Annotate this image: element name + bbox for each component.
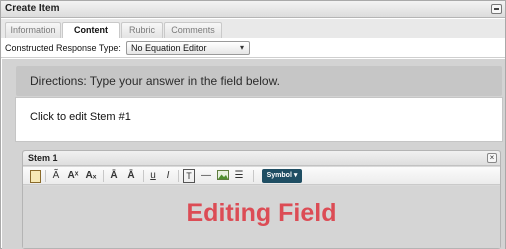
symbol-button[interactable]: Symbol ▾ (262, 169, 302, 183)
strike-a2-icon[interactable]: Ā (124, 169, 138, 183)
response-type-label: Constructed Response Type: (5, 43, 121, 53)
response-type-row: Constructed Response Type: No Equation E… (1, 38, 505, 58)
tab-rubric[interactable]: Rubric (121, 22, 163, 38)
editing-field[interactable]: Editing Field (23, 186, 500, 248)
stem-edit-prompt: Click to edit Stem #1 (30, 111, 131, 123)
toolbar-separator (45, 170, 46, 182)
list-icon[interactable]: ☰ (233, 169, 245, 183)
toolbar-separator (103, 170, 104, 182)
toolbar-separator (143, 170, 144, 182)
tab-comments[interactable]: Comments (164, 22, 222, 38)
image-icon[interactable] (217, 169, 229, 183)
directions-banner: Directions: Type your answer in the fiel… (16, 66, 502, 96)
text-box-icon[interactable]: T (183, 169, 195, 183)
stem-header: Stem 1 × (23, 151, 500, 166)
directions-text: Directions: Type your answer in the fiel… (30, 74, 280, 88)
panel-title: Create Item (5, 3, 60, 14)
stem-edit-box[interactable]: Click to edit Stem #1 (15, 97, 503, 142)
chevron-down-icon: ▾ (239, 43, 244, 52)
subscript-icon[interactable]: Aₓ (84, 169, 98, 183)
toolbar-separator (178, 170, 179, 182)
tab-information[interactable]: Information (5, 22, 61, 38)
collapse-button[interactable] (491, 4, 502, 14)
bold-a-icon[interactable]: Ã (50, 169, 62, 183)
content-area: Directions: Type your answer in the fiel… (2, 59, 505, 249)
tab-bar: Information Content Rubric Comments (1, 19, 505, 39)
stem-title: Stem 1 (28, 153, 58, 163)
create-item-panel: Create Item Information Content Rubric C… (0, 0, 506, 249)
strike-a-icon[interactable]: Ā (108, 169, 120, 183)
superscript-icon[interactable]: Aˣ (66, 169, 80, 183)
horizontal-rule-icon[interactable]: — (199, 169, 213, 183)
response-type-value: No Equation Editor (131, 43, 207, 53)
italic-icon[interactable]: I (163, 169, 173, 183)
editing-field-label: Editing Field (186, 199, 337, 227)
paste-icon[interactable] (29, 169, 41, 183)
response-type-select[interactable]: No Equation Editor ▾ (126, 41, 250, 55)
tab-content[interactable]: Content (62, 22, 120, 39)
toolbar-separator (253, 170, 254, 182)
stem-panel: Stem 1 × Ã Aˣ Aₓ Ā Ā u I T — ☰ Symbol ▾ … (22, 150, 501, 249)
editor-toolbar: Ã Aˣ Aₓ Ā Ā u I T — ☰ Symbol ▾ (23, 167, 500, 185)
panel-header: Create Item (1, 1, 505, 18)
close-icon[interactable]: × (487, 153, 497, 163)
underline-icon[interactable]: u (148, 169, 158, 183)
